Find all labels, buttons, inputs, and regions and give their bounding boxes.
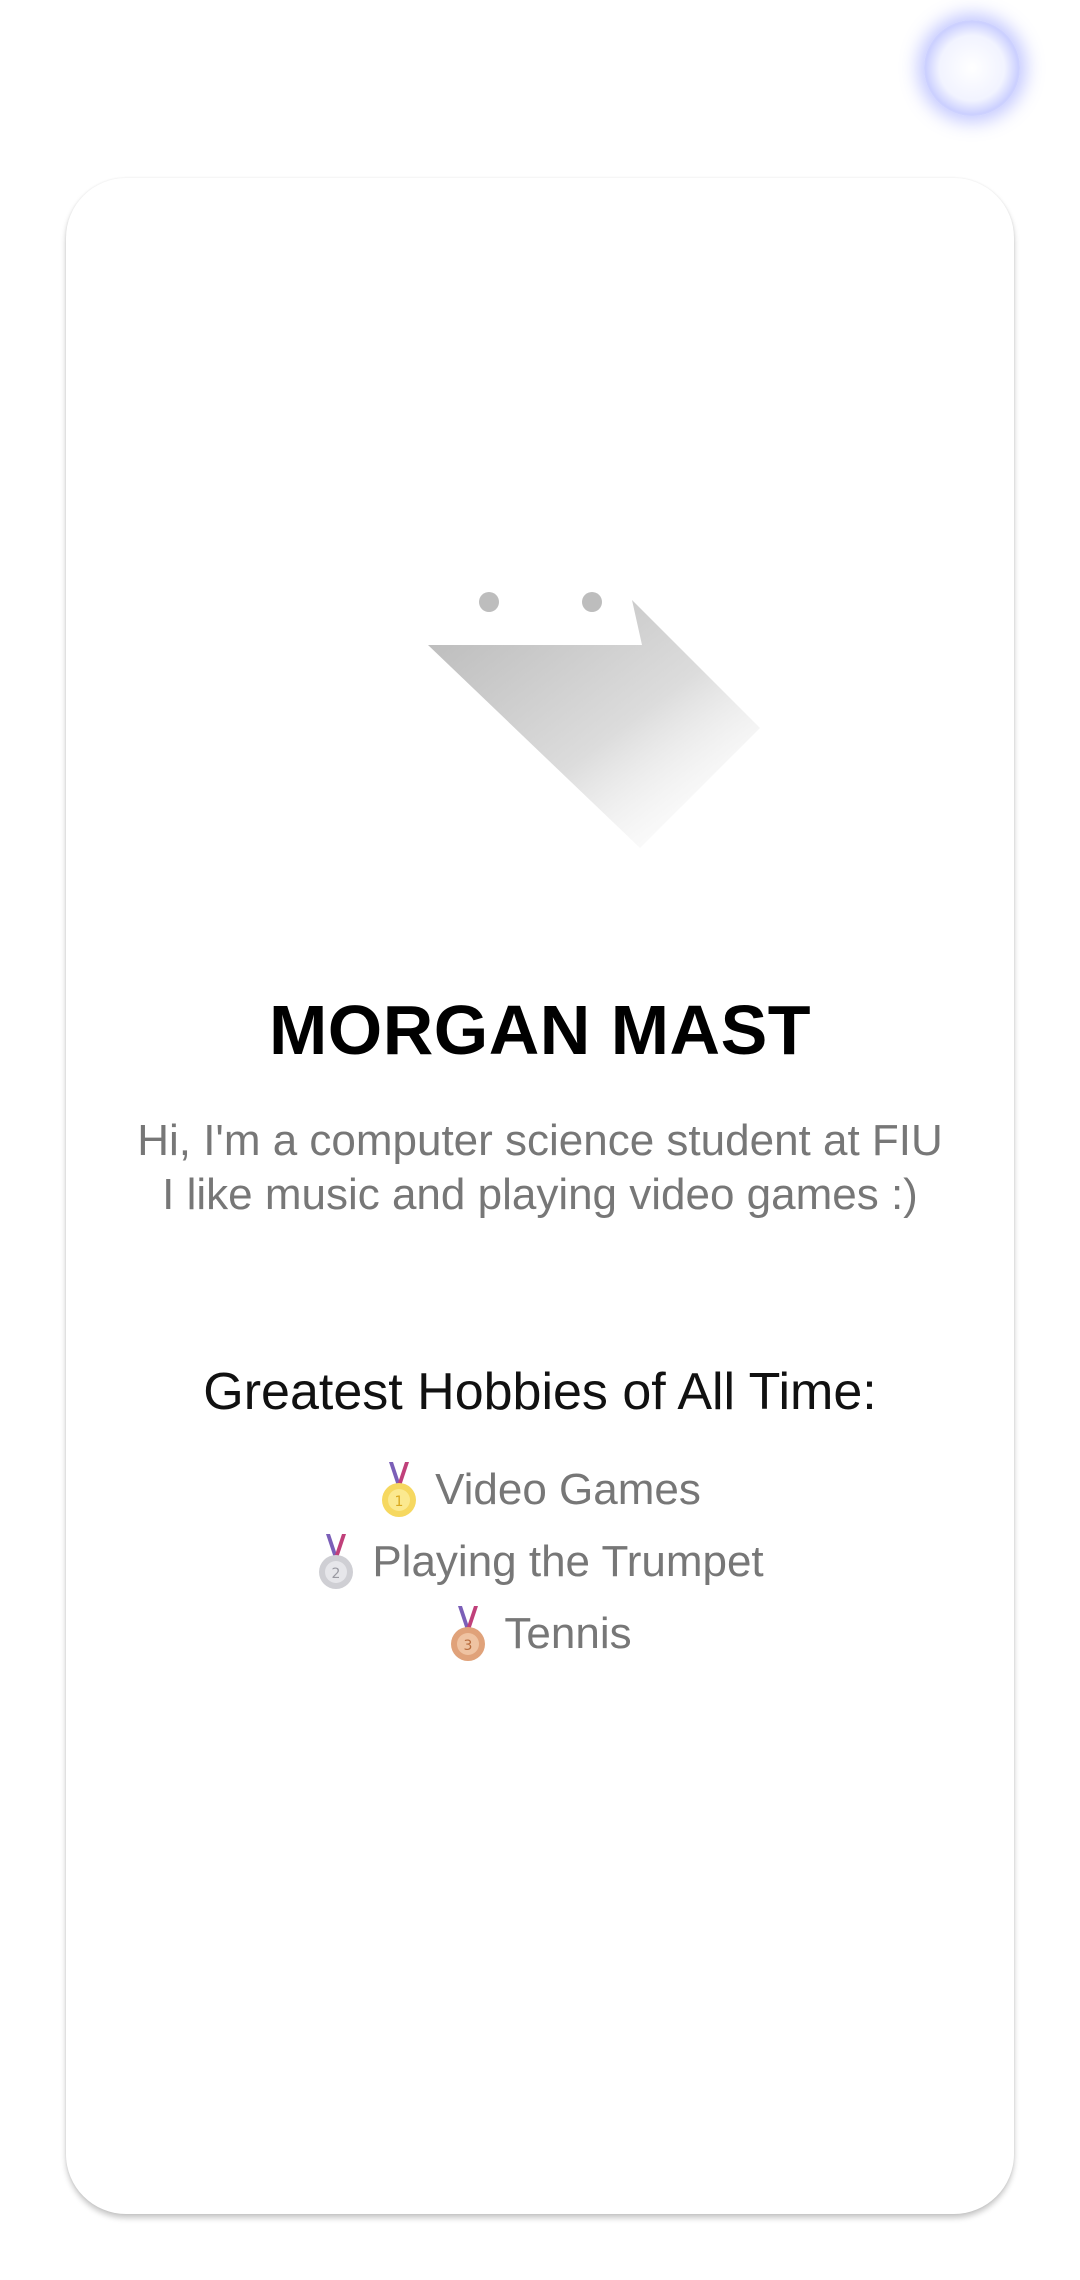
hobby-list: 1 Video Games 2 Playing the Trumpet 3 Te… [0,1454,1080,1670]
hobby-label: Playing the Trumpet [372,1537,764,1586]
bio-line: I like music and playing video games :) [162,1170,918,1219]
list-item: 3 Tennis [0,1598,1080,1670]
touch-indicator [924,20,1020,116]
bronze-medal-icon: 3 [451,1606,486,1661]
hobbies-title: Greatest Hobbies of All Time: [203,1363,877,1421]
list-item: 1 Video Games [0,1454,1080,1526]
profile-name: MORGAN MAST [268,991,812,1069]
svg-text:2: 2 [332,1566,341,1582]
bio-line: Hi, I'm a computer science student at FI… [137,1116,943,1165]
silver-medal-icon: 2 [319,1534,354,1589]
list-item: 2 Playing the Trumpet [0,1526,1080,1598]
hobby-label: Tennis [504,1609,632,1658]
svg-text:3: 3 [464,1638,473,1654]
profile-bio: Hi, I'm a computer science student at FI… [60,1114,1020,1222]
gold-medal-icon: 1 [382,1462,417,1517]
svg-text:1: 1 [395,1494,404,1510]
avatar-placeholder-icon [428,592,760,848]
hobby-label: Video Games [435,1465,701,1514]
